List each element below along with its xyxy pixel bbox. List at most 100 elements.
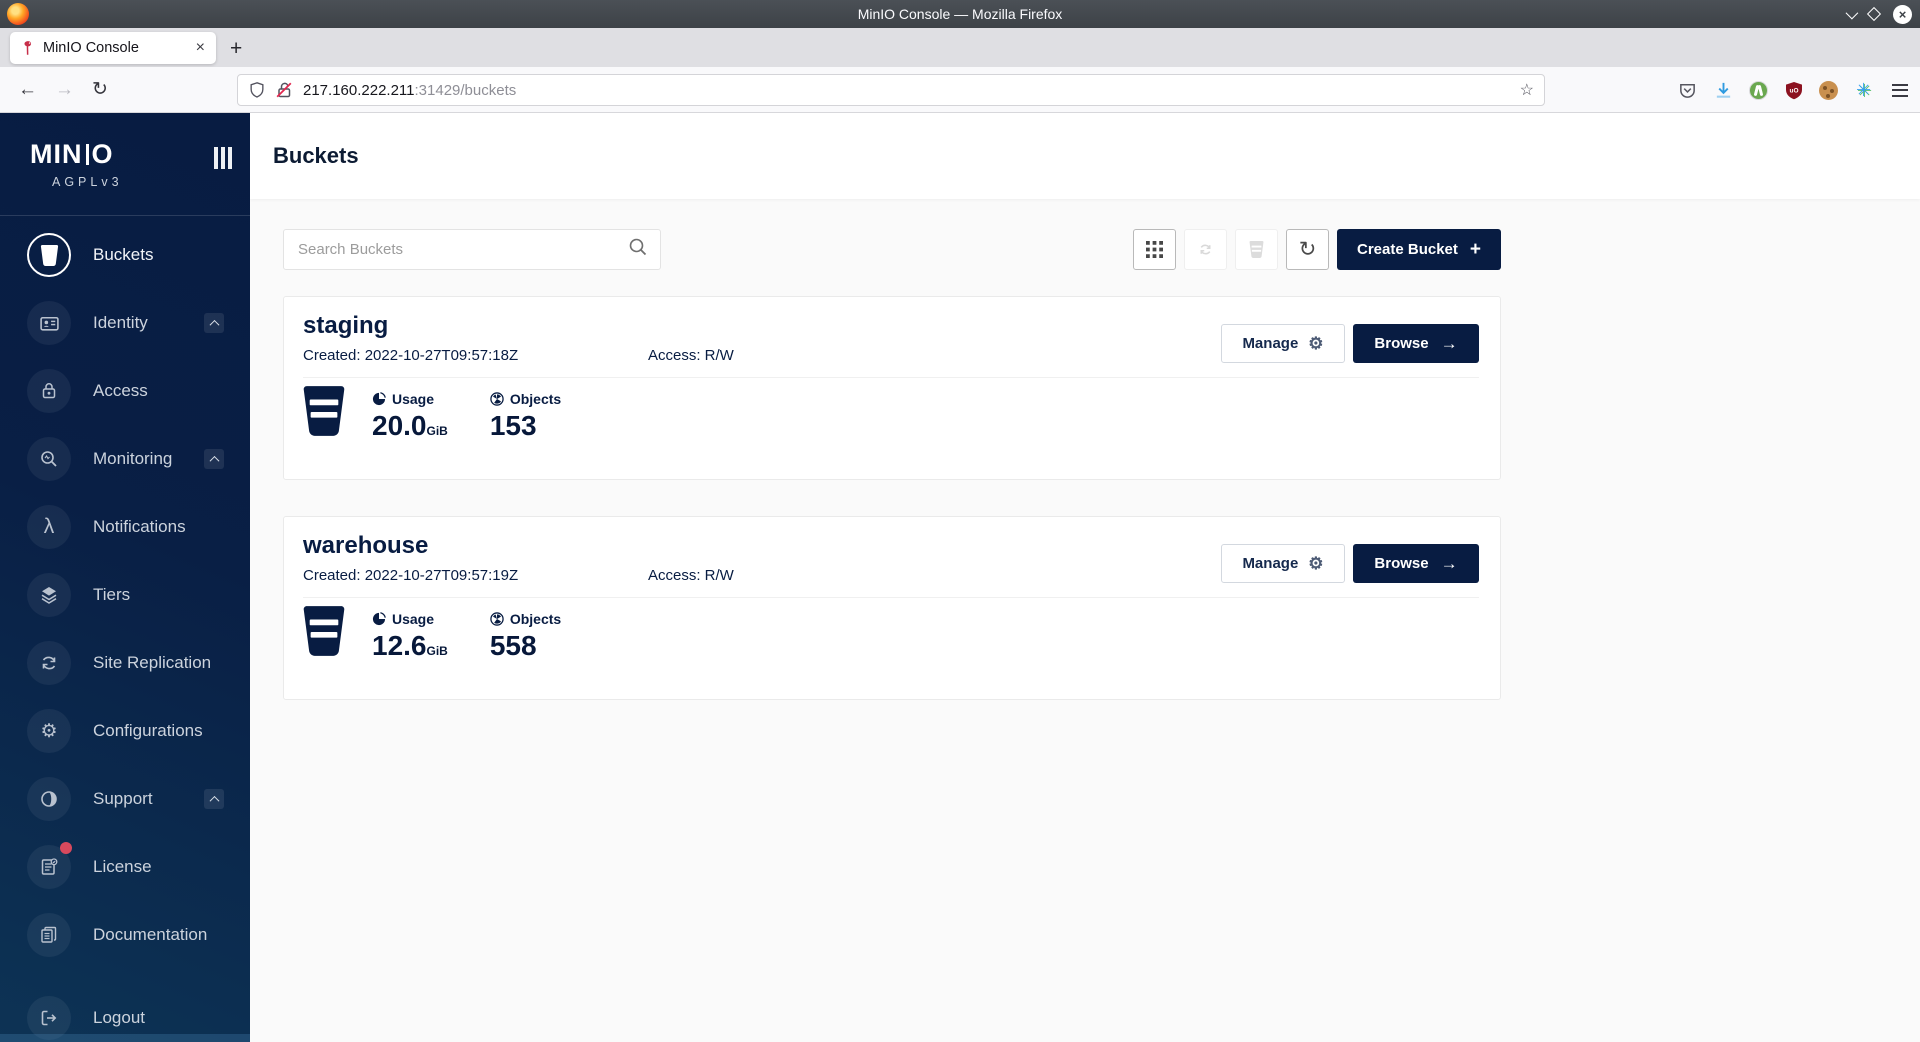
card-divider	[303, 597, 1479, 598]
reload-button[interactable]: ↻	[92, 78, 108, 101]
chevron-up-icon[interactable]	[204, 313, 224, 333]
url-text: 217.160.222.211:31429/buckets	[303, 82, 516, 99]
create-bucket-button[interactable]: Create Bucket +	[1337, 229, 1501, 270]
bucket-card-staging[interactable]: staging Created: 2022-10-27T09:57:18Z Ac…	[283, 296, 1501, 480]
sidebar-item-monitoring[interactable]: Monitoring	[0, 425, 250, 493]
usage-value: 20.0	[372, 410, 427, 441]
sidebar-item-identity[interactable]: Identity	[0, 289, 250, 357]
usage-value: 12.6	[372, 630, 427, 661]
minio-favicon-icon	[20, 40, 35, 56]
insecure-lock-icon[interactable]	[275, 81, 293, 99]
sidebar-item-label: License	[93, 857, 152, 877]
new-tab-button[interactable]: +	[230, 37, 242, 61]
pocket-icon[interactable]	[1677, 80, 1698, 101]
window-maximize-button[interactable]	[1867, 7, 1881, 21]
logout-icon	[39, 1008, 59, 1028]
sidebar-item-label: Site Replication	[93, 653, 211, 673]
usage-pie-icon	[372, 392, 386, 406]
manage-button[interactable]: Manage ⚙	[1221, 544, 1345, 583]
sync-arrows-icon	[1197, 241, 1214, 258]
sidebar-item-access[interactable]: Access	[0, 357, 250, 425]
browse-button[interactable]: Browse →	[1353, 324, 1479, 363]
sidebar-item-configurations[interactable]: ⚙ Configurations	[0, 697, 250, 765]
sidebar-bottom-scrollbar[interactable]	[0, 1034, 250, 1042]
window-title: MinIO Console — Mozilla Firefox	[0, 6, 1920, 22]
objects-label: Objects	[510, 391, 561, 407]
cookie-icon[interactable]	[1819, 81, 1838, 100]
lambda-icon: λ	[27, 505, 71, 549]
logo-bar-icon	[86, 144, 89, 165]
bucket-access: Access: R/W	[648, 347, 734, 364]
replication-arrows-icon	[39, 653, 59, 673]
sidebar-item-label: Documentation	[93, 925, 207, 945]
svg-text:uO: uO	[1789, 87, 1798, 94]
bucket-icon	[303, 386, 345, 436]
search-input[interactable]	[284, 230, 660, 269]
sidebar-item-label: Monitoring	[93, 449, 172, 469]
download-icon[interactable]	[1713, 80, 1734, 101]
grid-view-button[interactable]	[1133, 229, 1176, 270]
tab-title: MinIO Console	[43, 40, 193, 56]
sidebar-item-tiers[interactable]: Tiers	[0, 561, 250, 629]
main-area: Buckets ↻	[250, 113, 1920, 1042]
browse-button[interactable]: Browse →	[1353, 544, 1479, 583]
card-divider	[303, 377, 1479, 378]
bucket-created: Created: 2022-10-27T09:57:18Z	[303, 347, 648, 364]
support-icon	[39, 789, 59, 809]
refresh-icon: ↻	[1299, 239, 1317, 260]
sidebar-collapse-icon[interactable]	[214, 147, 232, 169]
manage-button[interactable]: Manage ⚙	[1221, 324, 1345, 363]
objects-metric: Objects 558	[490, 606, 561, 662]
objects-icon	[490, 392, 504, 406]
lock-icon	[39, 381, 59, 401]
usage-metric: Usage 20.0GiB	[372, 386, 448, 442]
sidebar-item-site-replication[interactable]: Site Replication	[0, 629, 250, 697]
colorful-asterisk-icon[interactable]: ✳	[1853, 80, 1874, 101]
sidebar-item-support[interactable]: Support	[0, 765, 250, 833]
arrow-right-icon: →	[1441, 554, 1458, 574]
sidebar-item-buckets[interactable]: Buckets	[0, 221, 250, 289]
browser-toolbar: ← → ↻ 217.160.222.211:31429/buckets ☆ uO…	[0, 67, 1920, 113]
sidebar-item-license[interactable]: License	[0, 833, 250, 901]
tab-close-icon[interactable]: ×	[193, 39, 208, 57]
usage-label: Usage	[392, 391, 434, 407]
back-button[interactable]: ←	[18, 79, 37, 101]
window-titlebar: MinIO Console — Mozilla Firefox ×	[0, 0, 1920, 28]
search-icon	[628, 237, 648, 262]
menu-hamburger-icon[interactable]	[1889, 80, 1910, 101]
grid-icon	[1146, 241, 1163, 258]
privacy-badger-icon[interactable]	[1749, 81, 1768, 100]
forward-button[interactable]: →	[55, 79, 74, 101]
sidebar-item-label: Logout	[93, 1008, 145, 1028]
license-alert-dot	[60, 842, 72, 854]
page-title: Buckets	[273, 143, 359, 169]
tracking-shield-icon[interactable]	[248, 81, 266, 99]
window-close-button[interactable]: ×	[1893, 5, 1912, 24]
bucket-created: Created: 2022-10-27T09:57:19Z	[303, 567, 648, 584]
chevron-up-icon[interactable]	[204, 449, 224, 469]
sidebar-item-label: Access	[93, 381, 148, 401]
search-buckets-box	[283, 229, 661, 270]
arrow-right-icon: →	[1441, 334, 1458, 354]
tab-minio-console[interactable]: MinIO Console ×	[10, 32, 216, 64]
bucket-icon	[303, 606, 345, 656]
bookmark-star-icon[interactable]: ☆	[1520, 80, 1534, 100]
delete-buckets-button[interactable]	[1235, 229, 1278, 270]
sidebar-item-documentation[interactable]: Documentation	[0, 901, 250, 969]
sidebar-item-label: Buckets	[93, 245, 153, 265]
ublock-origin-icon[interactable]: uO	[1783, 80, 1804, 101]
refresh-button[interactable]: ↻	[1286, 229, 1329, 270]
url-bar[interactable]: 217.160.222.211:31429/buckets ☆	[237, 74, 1545, 106]
chevron-up-icon[interactable]	[204, 789, 224, 809]
bucket-card-warehouse[interactable]: warehouse Created: 2022-10-27T09:57:19Z …	[283, 516, 1501, 700]
plus-icon: +	[1470, 239, 1481, 261]
sidebar-item-label: Identity	[93, 313, 148, 333]
sidebar-item-notifications[interactable]: λ Notifications	[0, 493, 250, 561]
window-minimize-button[interactable]	[1846, 6, 1859, 19]
license-doc-icon	[39, 857, 59, 877]
usage-label: Usage	[392, 611, 434, 627]
documentation-icon	[39, 925, 59, 945]
objects-value: 153	[490, 410, 561, 442]
gear-icon: ⚙	[1308, 334, 1323, 354]
set-replication-button[interactable]	[1184, 229, 1227, 270]
